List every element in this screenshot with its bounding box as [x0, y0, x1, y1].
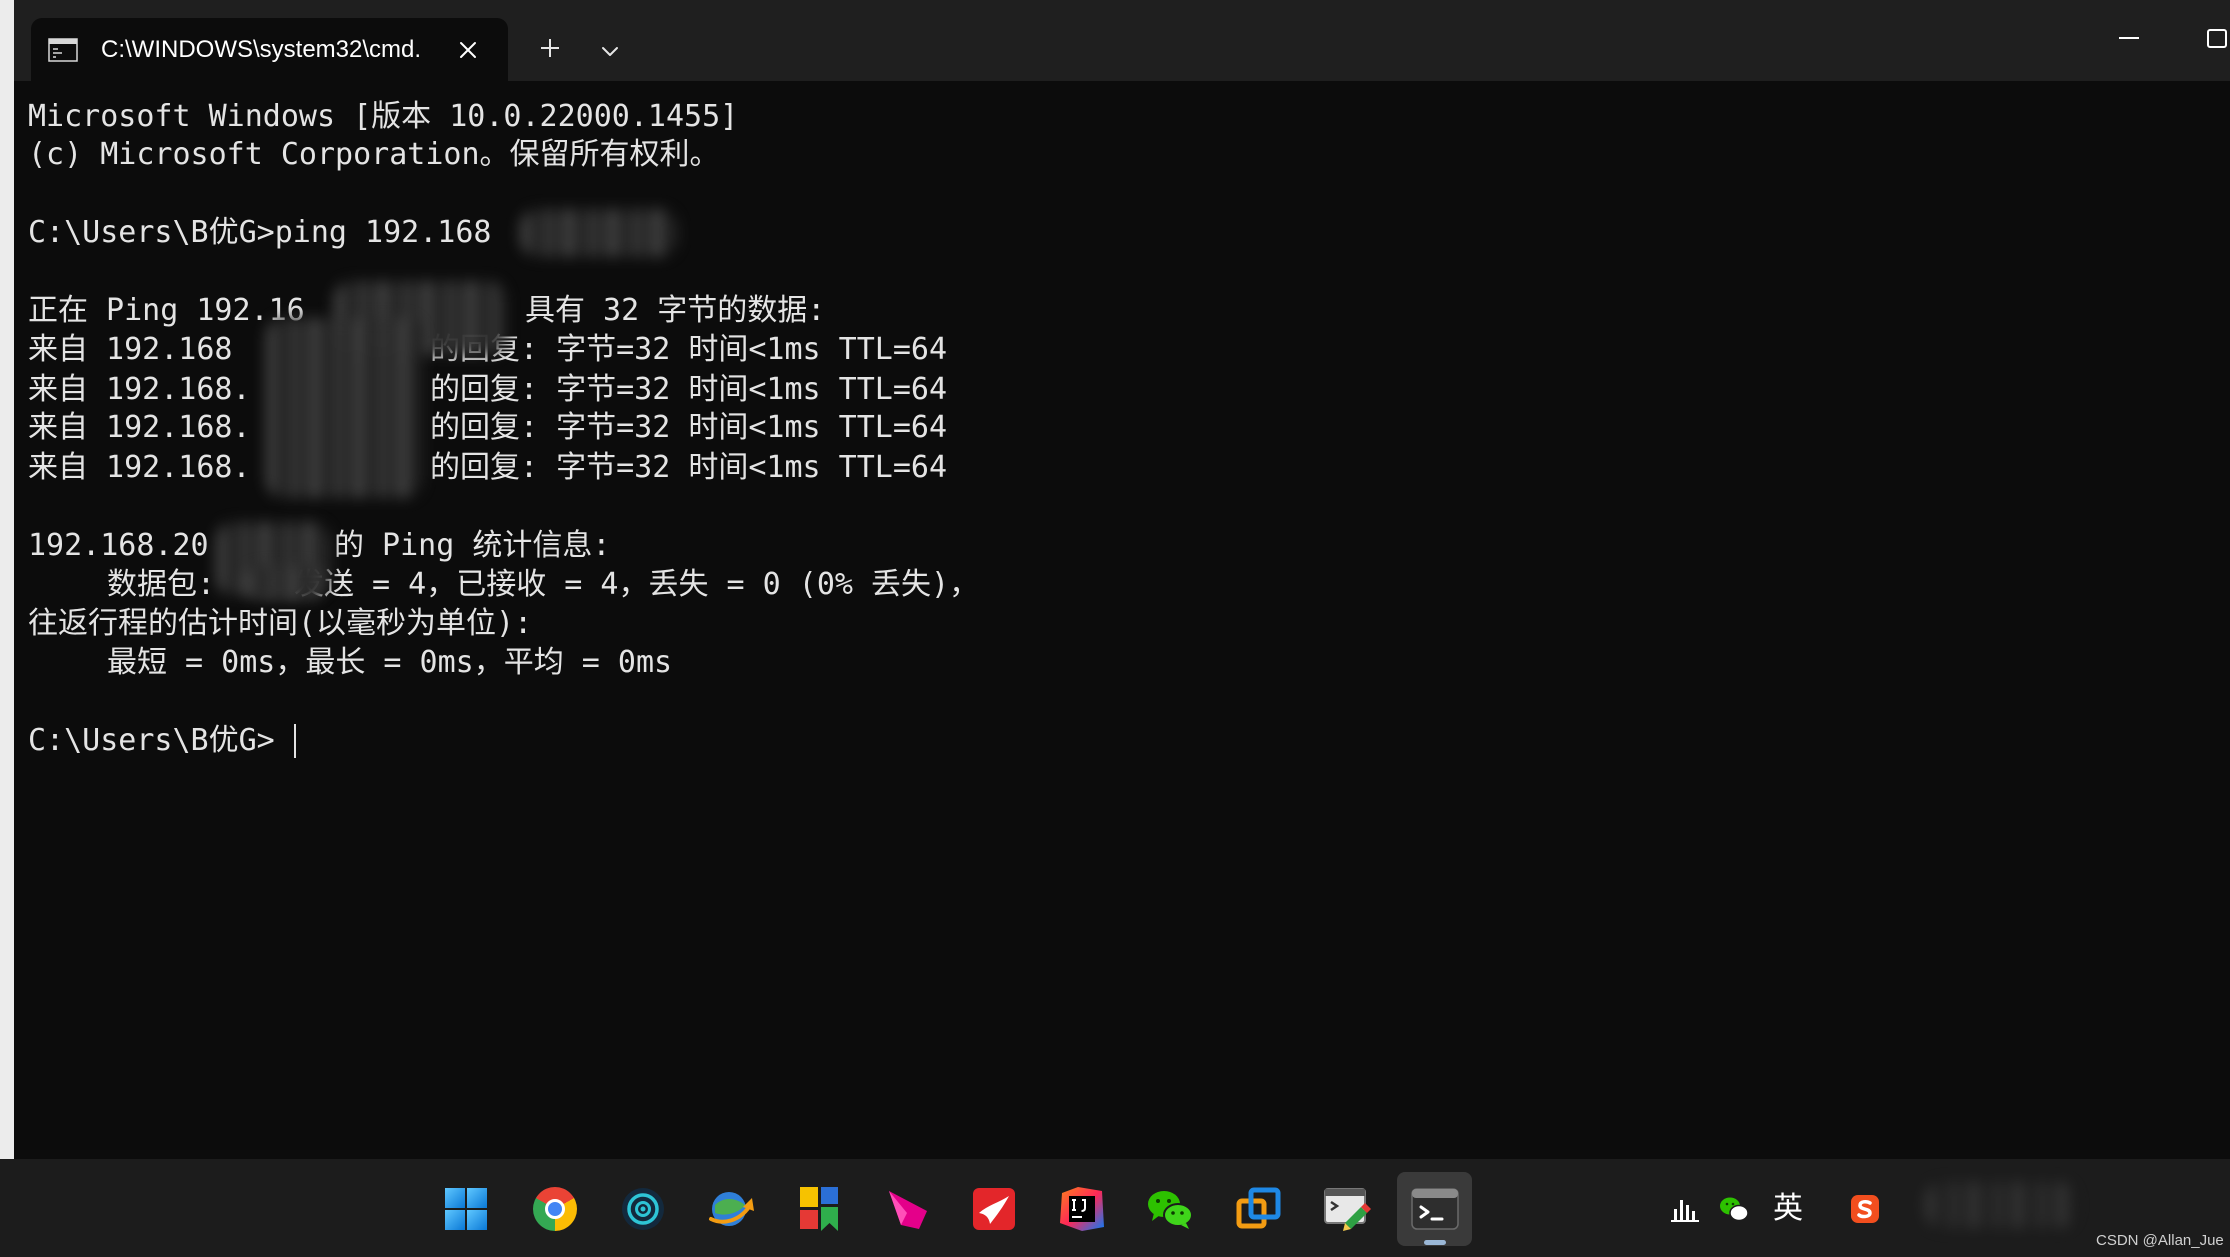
reply-line-prefix: 来自 192.168 — [28, 332, 233, 367]
ping-command-line: C:\Users\B优G>ping 192.168 — [28, 215, 492, 250]
statistics-line-suffix: 的 Ping 统计信息: — [334, 528, 611, 563]
text-cursor — [294, 724, 296, 758]
wechat-icon[interactable] — [1144, 1183, 1196, 1235]
packets-line-suffix: 发送 = 4，已接收 = 4，丢失 = 0 (0% 丢失)， — [294, 567, 980, 602]
virtual-machine-icon[interactable] — [1233, 1183, 1285, 1235]
active-app-indicator — [1424, 1240, 1446, 1245]
windows-terminal-icon[interactable] — [1409, 1183, 1461, 1235]
close-icon[interactable] — [458, 40, 478, 60]
packets-line-prefix: 数据包: — [107, 567, 216, 602]
chevron-down-icon[interactable] — [601, 44, 619, 56]
pink-shape-app-icon[interactable] — [881, 1183, 933, 1235]
pinging-line-prefix: 正在 Ping 192.16 — [28, 293, 305, 328]
taskbar — [0, 1159, 2230, 1257]
reply-line-prefix: 来自 192.168. — [28, 450, 251, 485]
reply-line-suffix: 的回复: 字节=32 时间<1ms TTL=64 — [430, 372, 948, 407]
reply-line-suffix: 的回复: 字节=32 时间<1ms TTL=64 — [430, 410, 948, 445]
reply-line-prefix: 来自 192.168. — [28, 372, 251, 407]
wechat-tray-icon[interactable] — [1718, 1195, 1750, 1223]
intellij-idea-icon[interactable] — [1056, 1183, 1108, 1235]
maximize-icon[interactable] — [2207, 29, 2227, 48]
pinging-line-suffix: 具有 32 字节的数据: — [525, 293, 826, 328]
tab-title[interactable]: C:\WINDOWS\system32\cmd. — [101, 35, 421, 65]
cmd-icon — [48, 38, 78, 62]
banner-version-line: Microsoft Windows [版本 10.0.22000.1455] — [28, 99, 739, 134]
chrome-icon[interactable] — [529, 1183, 581, 1235]
windows-start-icon[interactable] — [440, 1183, 492, 1235]
redacted-text-blur — [244, 566, 324, 600]
red-swoosh-app-icon[interactable] — [968, 1183, 1020, 1235]
reply-line-suffix: 的回复: 字节=32 时间<1ms TTL=64 — [430, 332, 948, 367]
download-manager-icon[interactable] — [705, 1183, 757, 1235]
watermark: CSDN @Allan_Jue — [2096, 1232, 2224, 1249]
current-prompt[interactable]: C:\Users\B优G> — [28, 721, 275, 761]
redacted-tray-blur — [1925, 1182, 2075, 1228]
statistics-line-prefix: 192.168.20 — [28, 528, 209, 563]
rtt-header-line: 往返行程的估计时间(以毫秒为单位): — [28, 606, 533, 641]
target-app-icon[interactable] — [617, 1183, 669, 1235]
redacted-ip-blur — [266, 318, 422, 498]
redacted-ip-blur — [520, 209, 677, 257]
reply-line-suffix: 的回复: 字节=32 时间<1ms TTL=64 — [430, 450, 948, 485]
input-mode-indicator[interactable]: 英 — [1773, 1189, 1803, 1229]
sogou-input-icon[interactable] — [1849, 1193, 1881, 1225]
color-blocks-app-icon[interactable] — [793, 1183, 845, 1235]
banner-copyright-line: (c) Microsoft Corporation。保留所有权利。 — [28, 137, 720, 172]
bar-chart-icon[interactable] — [1671, 1195, 1699, 1223]
reply-line-prefix: 来自 192.168. — [28, 410, 251, 445]
ssh-terminal-icon[interactable] — [1321, 1183, 1373, 1235]
rtt-values-line: 最短 = 0ms，最长 = 0ms，平均 = 0ms — [107, 645, 673, 680]
plus-icon[interactable] — [539, 37, 561, 59]
minimize-icon[interactable] — [2119, 37, 2139, 39]
